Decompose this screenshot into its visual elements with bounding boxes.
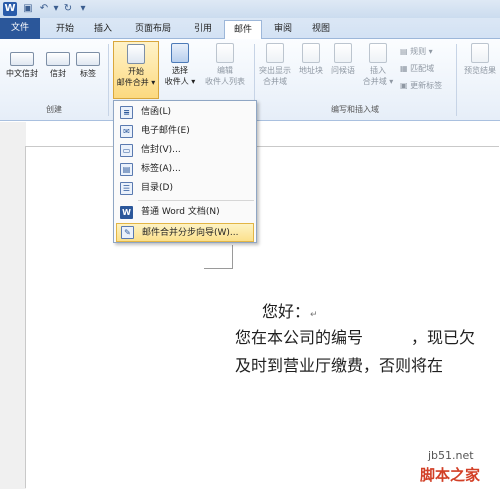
labels-icon <box>76 52 100 66</box>
chinese-envelope-icon <box>10 52 34 66</box>
rules-icon: ▤ <box>400 47 411 56</box>
undo-icon[interactable]: ↶ <box>38 2 50 16</box>
tab-insert[interactable]: 插入 <box>88 20 118 39</box>
menu-item-step-by-step-wizard[interactable]: ✎ 邮件合并分步向导(W)... <box>116 223 254 242</box>
group-separator <box>108 44 109 116</box>
email-icon: ✉ <box>120 125 133 138</box>
ribbon-tabs: 文件 开始 插入 页面布局 引用 邮件 审阅 视图 <box>0 18 500 40</box>
labels-button[interactable]: 标签 <box>74 46 102 79</box>
highlight-merge-fields-icon <box>266 43 284 63</box>
group-separator <box>456 44 457 116</box>
address-block-button[interactable]: 地址块 <box>296 43 326 76</box>
tab-mailings[interactable]: 邮件 <box>224 20 262 40</box>
menu-item-letters[interactable]: ≡ 信函(L) <box>116 103 254 122</box>
tab-view[interactable]: 视图 <box>304 20 338 39</box>
directory-icon: ☰ <box>120 182 133 195</box>
paragraph-mark-icon: ↵ <box>310 310 318 320</box>
rules-button[interactable]: ▤ 规则 ▾ <box>400 46 433 58</box>
wizard-icon: ✎ <box>121 226 134 239</box>
menu-item-normal-word-document[interactable]: W 普通 Word 文档(N) <box>116 203 254 222</box>
watermark-name: 脚本之家 <box>420 466 481 484</box>
preview-results-button[interactable]: 预览结果 <box>460 43 500 76</box>
tab-file[interactable]: 文件 <box>0 18 40 39</box>
edit-recipient-list-icon <box>216 43 234 63</box>
start-mail-merge-icon <box>127 44 145 64</box>
match-fields-button[interactable]: ▦ 匹配域 <box>400 63 434 75</box>
insert-merge-field-icon <box>369 43 387 63</box>
envelope-icon: ▭ <box>120 144 133 157</box>
menu-separator <box>138 200 254 201</box>
preview-results-icon <box>471 43 489 63</box>
edit-recipient-list-button[interactable]: 编辑 收件人列表 <box>198 43 252 87</box>
watermark-site: jb51.net <box>428 449 474 462</box>
tab-page-layout[interactable]: 页面布局 <box>126 20 180 39</box>
envelope-icon <box>46 52 70 66</box>
group-create-label: 创建 <box>46 105 62 114</box>
undo-dropdown-icon[interactable]: ▾ <box>52 2 60 16</box>
word-document-icon: W <box>120 206 133 219</box>
tab-home[interactable]: 开始 <box>48 20 82 39</box>
greeting-line-button[interactable]: 问候语 <box>328 43 358 76</box>
left-margin-area <box>0 122 26 489</box>
update-labels-button[interactable]: ▣ 更新标签 <box>400 80 442 92</box>
tab-review[interactable]: 审阅 <box>266 20 300 39</box>
word-app-icon[interactable]: W <box>3 2 17 16</box>
update-labels-icon: ▣ <box>400 81 411 90</box>
menu-item-labels[interactable]: ▤ 标签(A)... <box>116 160 254 179</box>
doc-body-line-2[interactable]: 及时到营业厅缴费，否则将在 <box>235 355 443 377</box>
envelope-button[interactable]: 信封 <box>44 46 72 79</box>
crop-mark <box>232 245 233 269</box>
start-mail-merge-button[interactable]: 开始 邮件合并 ▾ <box>113 41 159 99</box>
address-block-icon <box>302 43 320 63</box>
match-fields-icon: ▦ <box>400 64 411 73</box>
tab-references[interactable]: 引用 <box>186 20 220 39</box>
group-write-insert-label: 编写和插入域 <box>331 105 379 114</box>
save-icon[interactable]: ▣ <box>22 2 34 16</box>
menu-item-email[interactable]: ✉ 电子邮件(E) <box>116 122 254 141</box>
menu-item-envelopes[interactable]: ▭ 信封(V)... <box>116 141 254 160</box>
highlight-merge-fields-button[interactable]: 突出显示 合并域 <box>256 43 294 87</box>
menu-item-directory[interactable]: ☰ 目录(D) <box>116 179 254 198</box>
select-recipients-icon <box>171 43 189 63</box>
customize-qat-icon[interactable]: ▾ <box>78 2 88 16</box>
title-bar: W ▣ ↶ ▾ ↻ ▾ <box>0 0 500 18</box>
doc-body-line-1[interactable]: 您在本公司的编号 ，现已欠 <box>235 327 475 349</box>
insert-merge-field-button[interactable]: 插入 合并域 ▾ <box>360 43 396 87</box>
letter-icon: ≡ <box>120 106 133 119</box>
start-mail-merge-menu: ≡ 信函(L) ✉ 电子邮件(E) ▭ 信封(V)... ▤ 标签(A)... ☰ 目录(… <box>113 100 257 243</box>
select-recipients-button[interactable]: 选择 收件人 ▾ <box>162 43 198 87</box>
crop-mark <box>204 268 233 269</box>
labels-icon: ▤ <box>120 163 133 176</box>
redo-icon[interactable]: ↻ <box>62 2 74 16</box>
doc-greeting-line[interactable]: 您好：↵ <box>262 301 318 326</box>
chinese-envelope-button[interactable]: 中文信封 <box>2 46 42 79</box>
greeting-line-icon <box>334 43 352 63</box>
